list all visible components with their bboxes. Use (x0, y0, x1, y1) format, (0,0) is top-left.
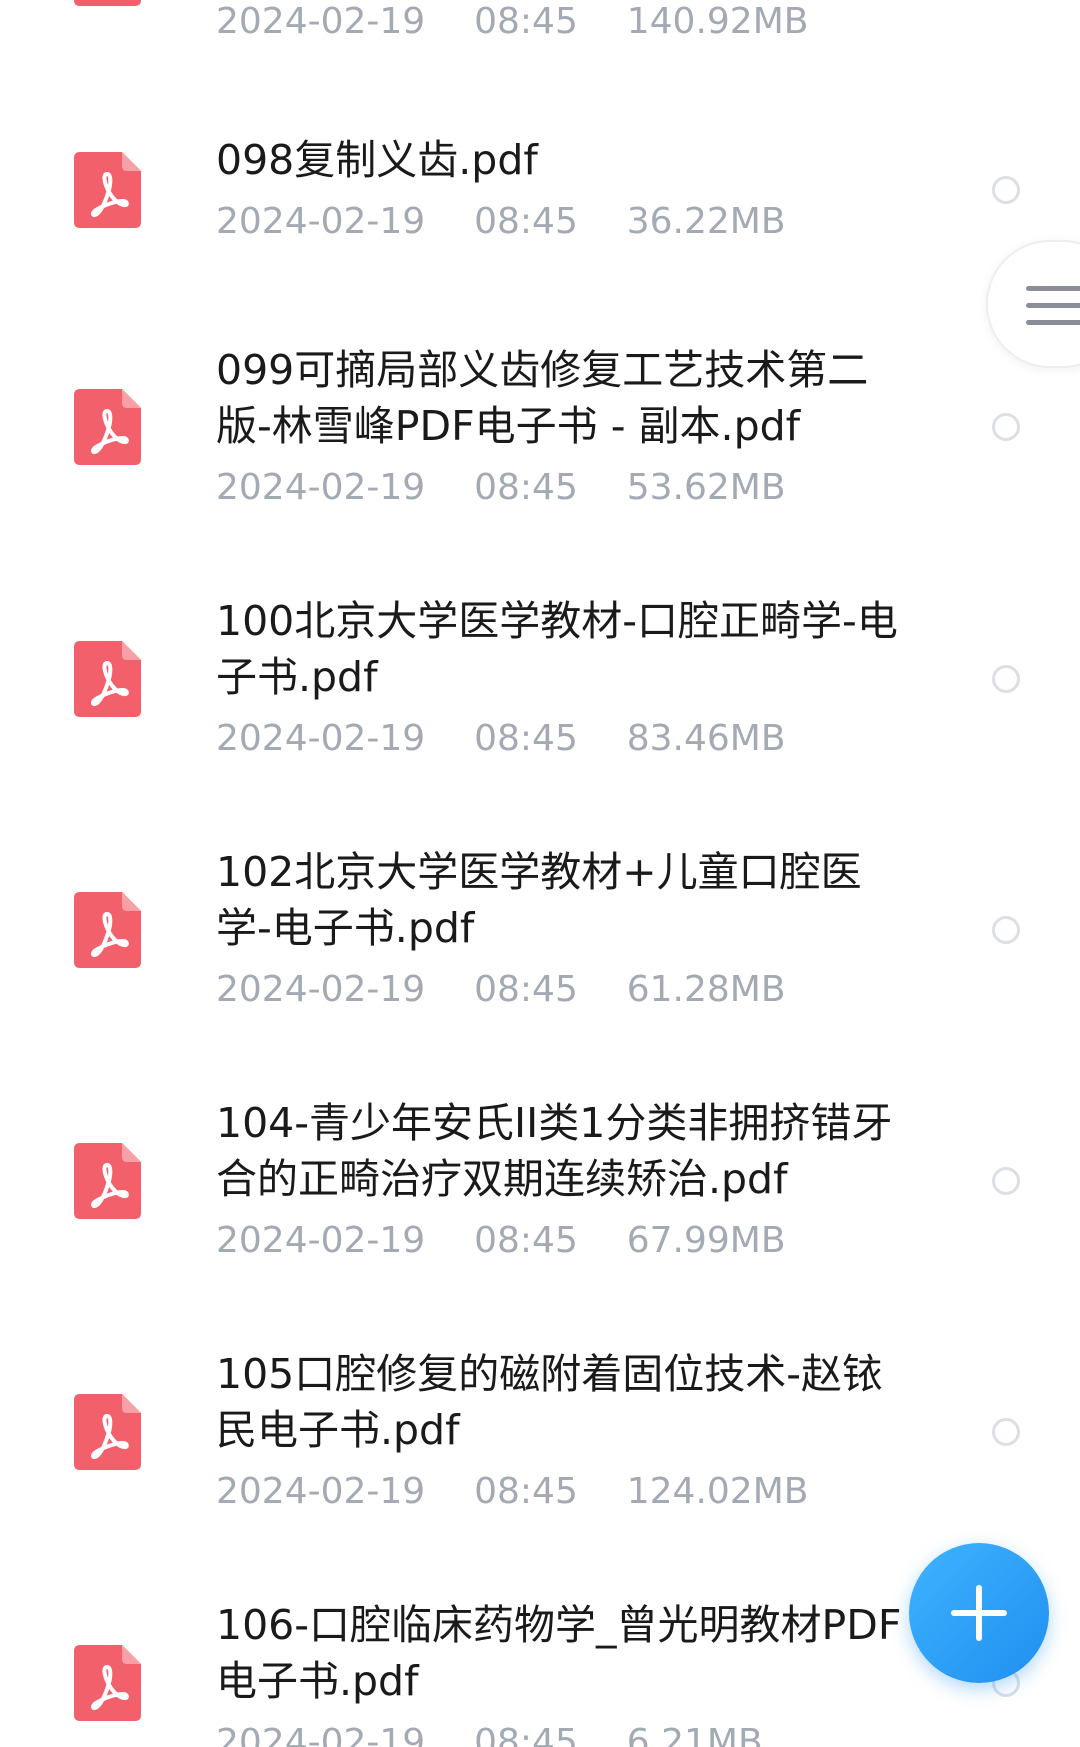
pdf-file-icon (74, 1143, 141, 1219)
file-meta: 2024-02-19 08:45 53.62MB (216, 466, 916, 510)
file-date: 2024-02-19 (216, 1471, 426, 1512)
file-info: 104-青少年安氏II类1分类非拥挤错牙合的正畸治疗双期连续矫治.pdf 202… (216, 1095, 916, 1263)
pdf-file-icon (74, 1645, 141, 1721)
file-name: 102北京大学医学教材+儿童口腔医学-电子书.pdf (216, 848, 862, 952)
select-radio[interactable] (992, 1418, 1020, 1446)
file-size: 140.92MB (626, 1, 809, 42)
select-radio[interactable] (992, 413, 1020, 441)
file-time: 08:45 (474, 969, 578, 1010)
file-size: 6.21MB (626, 1722, 763, 1747)
file-name: 106-口腔临床药物学_曾光明教材PDF电子书.pdf (216, 1601, 902, 1705)
file-time: 08:45 (474, 1471, 578, 1512)
file-date: 2024-02-19 (216, 201, 426, 242)
file-name: 105口腔修复的磁附着固位技术-赵铱民电子书.pdf (216, 1350, 884, 1454)
list-item[interactable]: 104-青少年安氏II类1分类非拥挤错牙合的正畸治疗双期连续矫治.pdf 202… (0, 1095, 1080, 1275)
file-meta: 2024-02-19 08:45 36.22MB (216, 200, 916, 244)
file-time: 08:45 (474, 201, 578, 242)
file-time: 08:45 (474, 718, 578, 759)
pdf-file-icon (74, 0, 141, 6)
file-size: 124.02MB (626, 1471, 809, 1512)
select-radio[interactable] (992, 916, 1020, 944)
file-name: 104-青少年安氏II类1分类非拥挤错牙合的正畸治疗双期连续矫治.pdf (216, 1099, 893, 1203)
file-meta: 2024-02-19 08:45 61.28MB (216, 968, 916, 1012)
select-radio[interactable] (992, 176, 1020, 204)
file-size: 36.22MB (626, 201, 786, 242)
pdf-file-icon (74, 892, 141, 968)
file-date: 2024-02-19 (216, 467, 426, 508)
file-date: 2024-02-19 (216, 1722, 426, 1747)
file-time: 08:45 (474, 1722, 578, 1747)
pdf-file-icon (74, 152, 141, 228)
pdf-file-icon (74, 641, 141, 717)
list-item[interactable]: 2024-02-19 08:45 140.92MB (0, 0, 1080, 80)
file-size: 67.99MB (626, 1220, 786, 1261)
select-radio[interactable] (992, 665, 1020, 693)
file-size: 53.62MB (626, 467, 786, 508)
file-date: 2024-02-19 (216, 718, 426, 759)
list-item[interactable]: 102北京大学医学教材+儿童口腔医学-电子书.pdf 2024-02-19 08… (0, 844, 1080, 1024)
pdf-file-icon (74, 389, 141, 465)
file-time: 08:45 (474, 1, 578, 42)
file-meta: 2024-02-19 08:45 83.46MB (216, 717, 916, 761)
list-item[interactable]: 105口腔修复的磁附着固位技术-赵铱民电子书.pdf 2024-02-19 08… (0, 1346, 1080, 1526)
select-radio[interactable] (992, 1167, 1020, 1195)
file-info: 098复制义齿.pdf 2024-02-19 08:45 36.22MB (216, 132, 916, 244)
file-meta: 2024-02-19 08:45 140.92MB (216, 0, 916, 44)
file-date: 2024-02-19 (216, 969, 426, 1010)
file-info: 099可摘局部义齿修复工艺技术第二版-林雪峰PDF电子书 - 副本.pdf 20… (216, 342, 916, 510)
file-info: 2024-02-19 08:45 140.92MB (216, 0, 916, 44)
file-info: 102北京大学医学教材+儿童口腔医学-电子书.pdf 2024-02-19 08… (216, 844, 916, 1012)
file-info: 106-口腔临床药物学_曾光明教材PDF电子书.pdf 2024-02-19 0… (216, 1597, 916, 1747)
file-size: 61.28MB (626, 969, 786, 1010)
file-size: 83.46MB (626, 718, 786, 759)
add-button[interactable] (909, 1543, 1049, 1683)
file-name: 098复制义齿.pdf (216, 136, 538, 184)
list-item[interactable]: 100北京大学医学教材-口腔正畸学-电子书.pdf 2024-02-19 08:… (0, 593, 1080, 773)
list-item[interactable]: 099可摘局部义齿修复工艺技术第二版-林雪峰PDF电子书 - 副本.pdf 20… (0, 342, 1080, 522)
pdf-file-icon (74, 1394, 141, 1470)
file-date: 2024-02-19 (216, 1220, 426, 1261)
file-info: 105口腔修复的磁附着固位技术-赵铱民电子书.pdf 2024-02-19 08… (216, 1346, 916, 1514)
file-info: 100北京大学医学教材-口腔正畸学-电子书.pdf 2024-02-19 08:… (216, 593, 916, 761)
file-meta: 2024-02-19 08:45 6.21MB (216, 1721, 916, 1747)
file-time: 08:45 (474, 1220, 578, 1261)
file-meta: 2024-02-19 08:45 67.99MB (216, 1219, 916, 1263)
file-date: 2024-02-19 (216, 1, 426, 42)
file-name: 100北京大学医学教材-口腔正畸学-电子书.pdf (216, 597, 898, 701)
file-list-screen: 2024-02-19 08:45 140.92MB 098复制义齿.pdf 20… (0, 0, 1080, 1747)
file-name: 099可摘局部义齿修复工艺技术第二版-林雪峰PDF电子书 - 副本.pdf (216, 346, 869, 450)
list-item[interactable]: 098复制义齿.pdf 2024-02-19 08:45 36.22MB (0, 130, 1080, 260)
file-meta: 2024-02-19 08:45 124.02MB (216, 1470, 916, 1514)
file-time: 08:45 (474, 467, 578, 508)
